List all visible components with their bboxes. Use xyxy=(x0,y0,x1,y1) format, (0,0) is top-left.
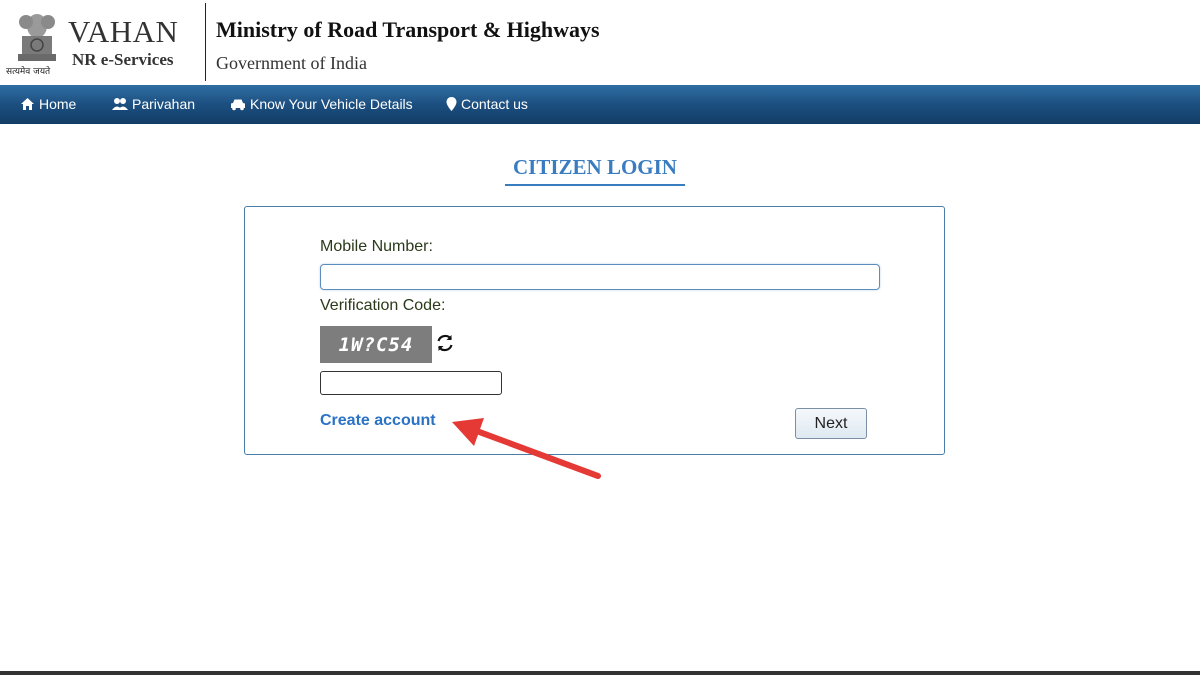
next-button[interactable]: Next xyxy=(795,408,867,439)
captcha-image: 1W?C54 xyxy=(320,326,432,363)
nav-contact-us-label: Contact us xyxy=(461,96,528,112)
bottom-border xyxy=(0,671,1200,675)
mobile-number-label: Mobile Number: xyxy=(320,238,433,255)
government-subtitle: Government of India xyxy=(216,53,367,73)
refresh-captcha-icon[interactable] xyxy=(435,333,455,353)
verification-code-input[interactable] xyxy=(320,371,502,395)
mobile-number-input[interactable] xyxy=(320,264,880,290)
users-icon xyxy=(112,98,128,110)
nav-contact-us[interactable]: Contact us xyxy=(446,96,528,112)
home-icon xyxy=(21,98,34,110)
page-title: CITIZEN LOGIN xyxy=(505,155,685,186)
nav-parivahan[interactable]: Parivahan xyxy=(112,96,195,112)
create-account-link[interactable]: Create account xyxy=(320,412,436,430)
map-marker-icon xyxy=(446,97,457,111)
nav-know-your-vehicle[interactable]: Know Your Vehicle Details xyxy=(230,96,413,112)
nav-parivahan-label: Parivahan xyxy=(132,96,196,112)
ministry-title: Ministry of Road Transport & Highways xyxy=(216,17,600,42)
emblem-motto: सत्यमेव जयते xyxy=(6,67,51,77)
red-arrow-annotation xyxy=(452,418,601,479)
nav-home-label: Home xyxy=(39,96,77,112)
brand-subtitle: NR e-Services xyxy=(72,50,174,69)
site-header: सत्यमेव जयते VAHAN NR e-Services Ministr… xyxy=(0,0,1200,85)
nav-know-your-vehicle-label: Know Your Vehicle Details xyxy=(250,96,413,112)
verification-code-label: Verification Code: xyxy=(320,297,446,314)
header-divider xyxy=(205,3,206,81)
main-navbar: Home Parivahan Know Your Vehicle Details… xyxy=(0,85,1200,124)
brand-title: VAHAN xyxy=(68,14,179,49)
car-icon xyxy=(231,99,245,110)
nav-home[interactable]: Home xyxy=(20,96,76,112)
